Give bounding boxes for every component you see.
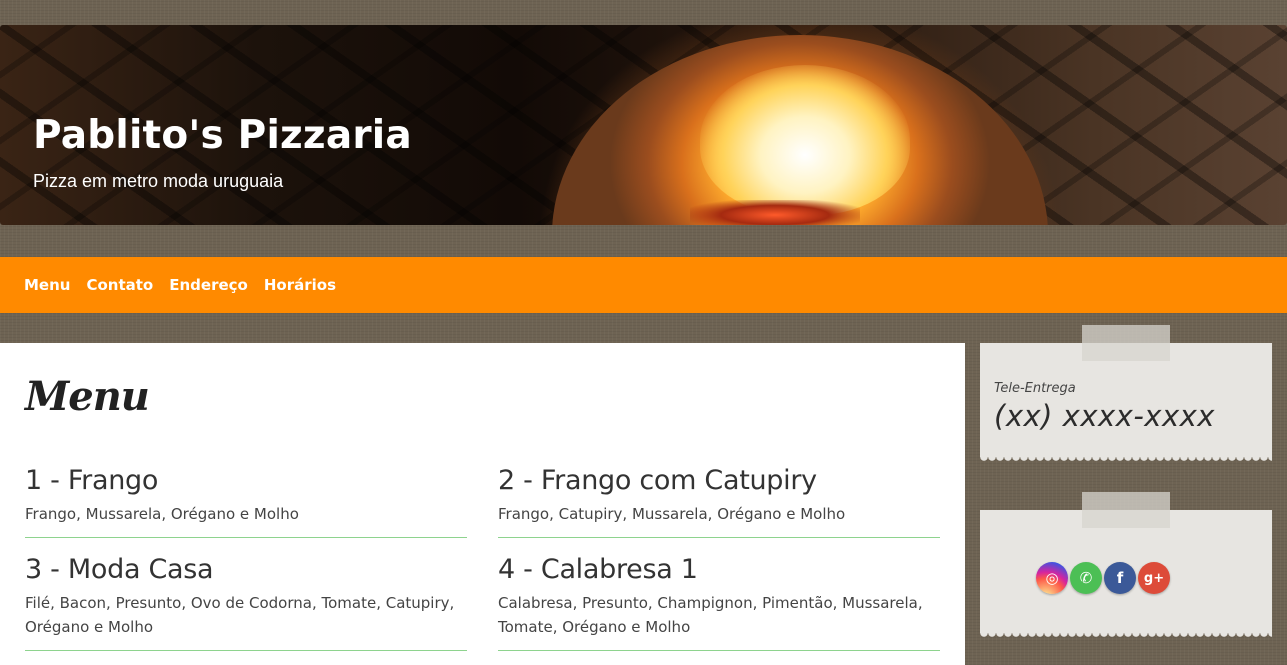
menu-item: 3 - Moda Casa Filé, Bacon, Presunto, Ovo… [25, 554, 467, 651]
tape-decoration [1082, 492, 1170, 528]
delivery-label: Tele-Entrega [994, 381, 1076, 396]
main-nav: Menu Contato Endereço Horários [0, 257, 1287, 313]
menu-section: Menu 1 - Frango Frango, Mussarela, Oréga… [0, 343, 965, 665]
site-title[interactable]: Pablito's Pizzaria [33, 113, 412, 158]
menu-item-name: 4 - Calabresa 1 [498, 554, 698, 585]
oven-flame-image [700, 65, 910, 215]
menu-item: 2 - Frango com Catupiry Frango, Catupiry… [498, 465, 940, 538]
instagram-icon[interactable]: ◎ [1036, 562, 1068, 594]
nav-item-horarios[interactable]: Horários [264, 276, 336, 294]
nav-item-menu[interactable]: Menu [24, 276, 70, 294]
whatsapp-icon[interactable]: ✆ [1070, 562, 1102, 594]
menu-item: 4 - Calabresa 1 Calabresa, Presunto, Cha… [498, 554, 940, 651]
facebook-icon[interactable]: f [1104, 562, 1136, 594]
delivery-card: Tele-Entrega (xx) xxxx-xxxx [980, 325, 1272, 463]
menu-item-description: Calabresa, Presunto, Champignon, Pimentã… [498, 594, 923, 636]
site-subtitle: Pizza em metro moda uruguaia [33, 171, 284, 191]
hero-banner: Pablito's Pizzaria Pizza em metro moda u… [0, 25, 1287, 225]
menu-item-description: Filé, Bacon, Presunto, Ovo de Codorna, T… [25, 594, 455, 636]
tape-decoration [1082, 325, 1170, 361]
menu-item-name: 2 - Frango com Catupiry [498, 465, 817, 496]
social-links: ◎ ✆ f g+ [1036, 562, 1170, 594]
oven-embers-image [690, 200, 860, 225]
menu-item-description: Frango, Mussarela, Orégano e Molho [25, 505, 299, 523]
nav-item-contato[interactable]: Contato [86, 276, 153, 294]
menu-item-name: 1 - Frango [25, 465, 159, 496]
nav-item-endereco[interactable]: Endereço [169, 276, 248, 294]
menu-item: 1 - Frango Frango, Mussarela, Orégano e … [25, 465, 467, 538]
social-card: ◎ ✆ f g+ [980, 492, 1272, 639]
phone-number[interactable]: (xx) xxxx-xxxx [994, 399, 1215, 433]
menu-item-description: Frango, Catupiry, Mussarela, Orégano e M… [498, 505, 846, 523]
menu-item-name: 3 - Moda Casa [25, 554, 214, 585]
menu-heading: Menu [25, 373, 150, 420]
google-plus-icon[interactable]: g+ [1138, 562, 1170, 594]
